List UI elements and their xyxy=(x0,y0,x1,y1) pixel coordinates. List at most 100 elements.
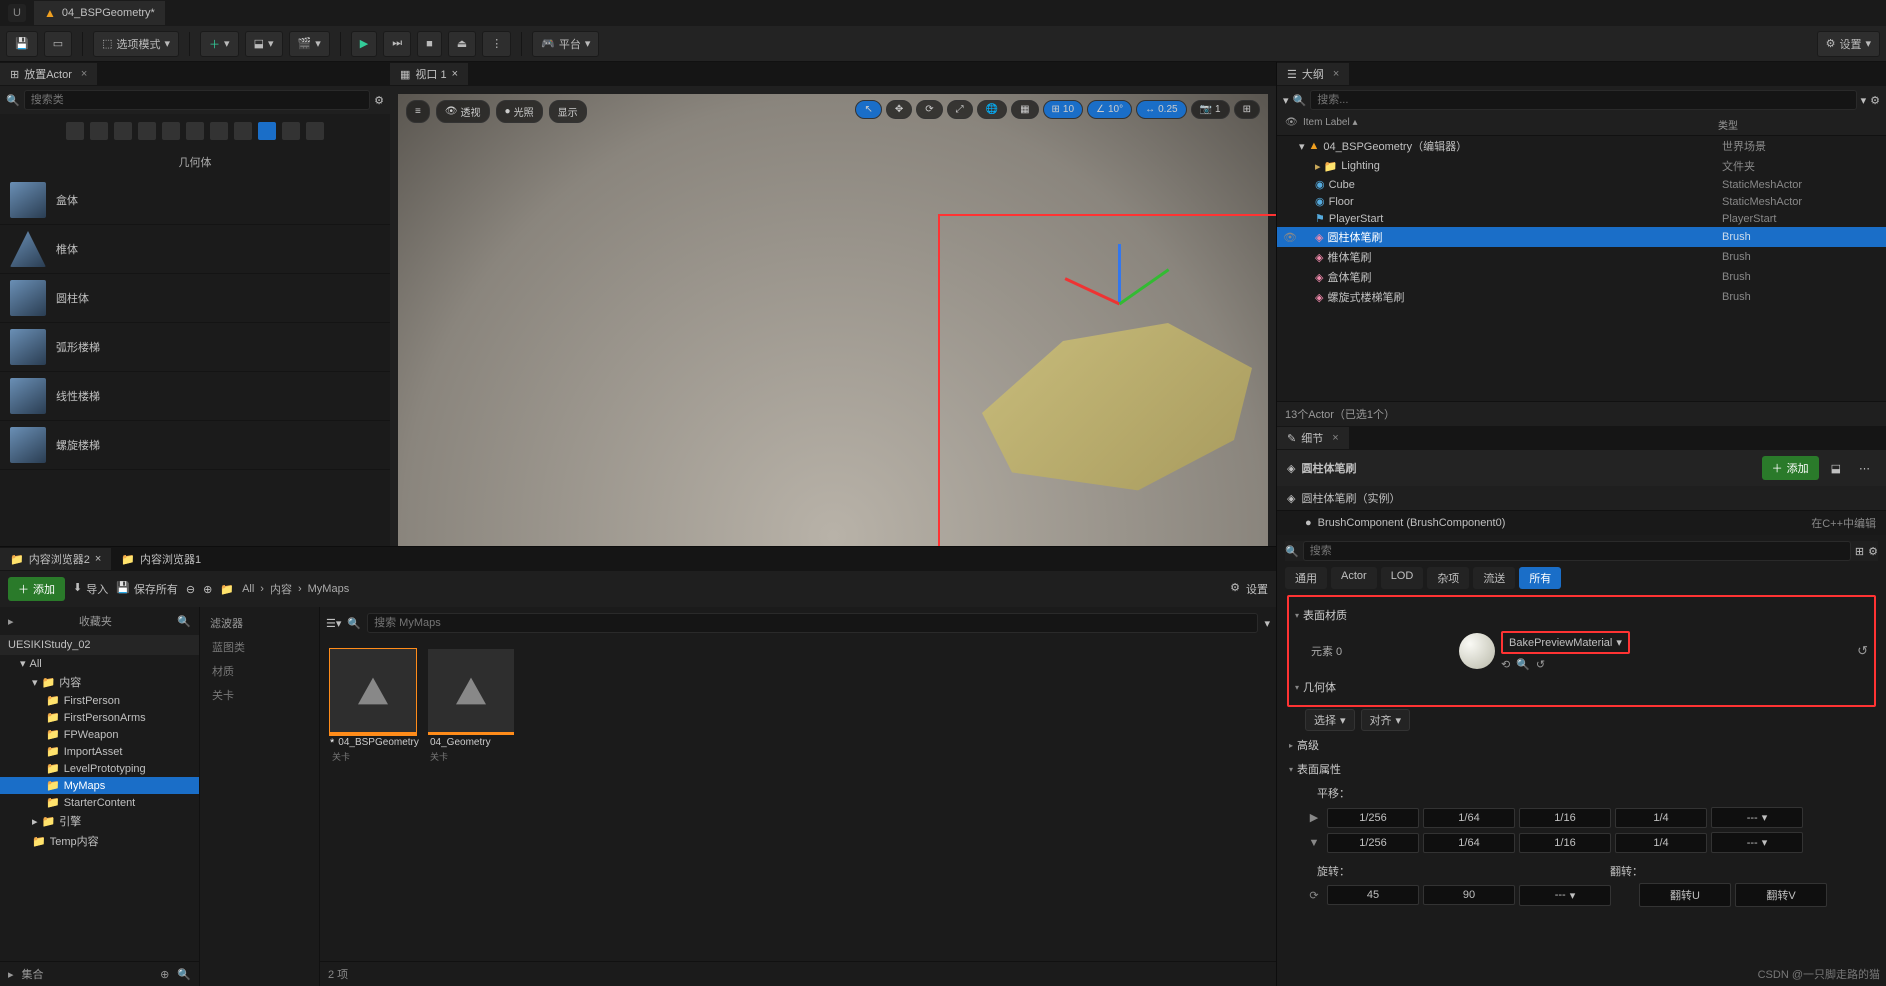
cinematic-icon[interactable] xyxy=(162,122,180,140)
world-local-toggle[interactable]: 🌐 xyxy=(977,100,1007,119)
maximize-viewport[interactable]: ⊞ xyxy=(1234,100,1260,119)
cinematics-dropdown[interactable]: 🎬▾ xyxy=(289,31,330,57)
tree-all[interactable]: ▾All xyxy=(0,655,199,672)
filter-blueprint[interactable]: 蓝图类 xyxy=(204,635,315,659)
show-dropdown[interactable]: 显示 xyxy=(549,100,587,123)
perspective-dropdown[interactable]: 👁 透视 xyxy=(436,100,490,123)
translate-val[interactable]: 1/16 xyxy=(1519,808,1611,828)
chevron-down-icon[interactable]: ▾ xyxy=(1264,617,1270,630)
outliner-world-root[interactable]: ▾▲04_BSPGeometry（编辑器） 世界场景 xyxy=(1277,136,1886,156)
outliner-row-spiral-brush[interactable]: ◈螺旋式楼梯笔刷Brush xyxy=(1277,287,1886,307)
dtab-misc[interactable]: 杂项 xyxy=(1427,567,1469,589)
browse-button[interactable]: ▭ xyxy=(44,31,72,57)
nav-back[interactable]: ⊖ xyxy=(186,583,195,596)
browse-icon[interactable]: 🔍 xyxy=(1516,658,1530,671)
flip-v-button[interactable]: 翻转V xyxy=(1735,883,1827,907)
skip-button[interactable]: ⏭ xyxy=(383,31,411,57)
outliner-tab[interactable]: ☰ 大纲 × xyxy=(1277,63,1349,85)
add-component-button[interactable]: ＋添加 xyxy=(1762,456,1819,480)
outliner-row-floor[interactable]: ◉FloorStaticMeshActor xyxy=(1277,193,1886,210)
settings-label[interactable]: 设置 xyxy=(1246,581,1268,597)
rotate-custom[interactable]: ---▾ xyxy=(1519,885,1611,906)
select-tool[interactable]: ↖ xyxy=(855,100,881,119)
category-surface-material[interactable]: ▾表面材质 xyxy=(1293,603,1870,627)
options-button[interactable]: ⋯ xyxy=(1853,459,1876,478)
tree-importasset[interactable]: 📁ImportAsset xyxy=(0,743,199,760)
tree-firstperson[interactable]: 📁FirstPerson xyxy=(0,692,199,709)
translate-val[interactable]: 1/64 xyxy=(1423,833,1515,853)
tree-engine[interactable]: ▸📁引擎 xyxy=(0,811,199,831)
marketplace-dropdown[interactable]: ⬓▾ xyxy=(245,31,283,57)
settings-icon[interactable]: ⚙ xyxy=(1870,94,1880,107)
add-collection-icon[interactable]: ⊕ xyxy=(160,968,169,981)
filter-material[interactable]: 材质 xyxy=(204,659,315,683)
editor-mode-dropdown[interactable]: ⬚ 选项模式 ▾ xyxy=(93,31,179,57)
details-search[interactable] xyxy=(1303,541,1851,561)
basic-icon[interactable] xyxy=(90,122,108,140)
stop-button[interactable]: ■ xyxy=(417,31,442,57)
material-dropdown[interactable]: BakePreviewMaterial ▾ xyxy=(1501,631,1630,654)
media-icon[interactable] xyxy=(186,122,204,140)
save-all-button[interactable]: 💾保存所有 xyxy=(116,581,178,597)
cb-tab-1[interactable]: 📁内容浏览器1 xyxy=(111,548,211,570)
settings-dropdown[interactable]: ⚙ 设置▾ xyxy=(1817,31,1880,57)
translate-custom[interactable]: ---▾ xyxy=(1711,807,1803,828)
component-row[interactable]: ● BrushComponent (BrushComponent0) 在C++中… xyxy=(1277,511,1886,535)
crumb[interactable]: All xyxy=(242,583,254,595)
eject-button[interactable]: ⏏ xyxy=(448,31,476,57)
translate-val[interactable]: 1/4 xyxy=(1615,833,1707,853)
geometry-icon[interactable] xyxy=(258,122,276,140)
outliner-row-cone-brush[interactable]: ◈椎体笔刷Brush xyxy=(1277,247,1886,267)
reset-to-default[interactable]: ↺ xyxy=(1857,643,1868,659)
tree-content[interactable]: ▾📁内容 xyxy=(0,672,199,692)
tree-startercontent[interactable]: 📁StarterContent xyxy=(0,794,199,811)
search-icon[interactable]: 🔍 xyxy=(177,615,191,628)
scale-snap[interactable]: ↔ 0.25 xyxy=(1136,100,1186,119)
play-options-dropdown[interactable]: ⋮ xyxy=(482,31,511,57)
close-icon[interactable]: × xyxy=(1332,432,1338,444)
tree-levelprototyping[interactable]: 📁LevelPrototyping xyxy=(0,760,199,777)
translate-val[interactable]: 1/256 xyxy=(1327,833,1419,853)
tree-firstpersonarms[interactable]: 📁FirstPersonArms xyxy=(0,709,199,726)
reset-icon[interactable]: ↺ xyxy=(1536,658,1545,671)
material-swatch[interactable] xyxy=(1459,633,1495,669)
viewport-menu[interactable]: ≡ xyxy=(406,100,430,123)
play-button[interactable]: ▶ xyxy=(351,31,377,57)
details-tab[interactable]: ✎ 细节 × xyxy=(1277,427,1349,449)
folder-icon[interactable]: 📁 xyxy=(220,583,234,596)
extras1-icon[interactable] xyxy=(282,122,300,140)
filter-level[interactable]: 关卡 xyxy=(204,683,315,707)
angle-snap[interactable]: ∠ 10° xyxy=(1087,100,1132,119)
translate-minus[interactable]: ▼ xyxy=(1305,837,1323,849)
nav-fwd[interactable]: ⊕ xyxy=(203,583,212,596)
translate-tool[interactable]: ✥ xyxy=(886,100,912,119)
tree-fpweapon[interactable]: 📁FPWeapon xyxy=(0,726,199,743)
add-content-dropdown[interactable]: ＋▾ xyxy=(200,31,239,57)
asset-04-bspgeometry[interactable]: *04_BSPGeometry 关卡 xyxy=(330,649,416,765)
chevron-down-icon[interactable]: ▾ xyxy=(1861,94,1867,107)
import-button[interactable]: ⬇导入 xyxy=(73,581,108,597)
crumb[interactable]: 内容 xyxy=(270,581,292,597)
outliner-row-box-brush[interactable]: ◈盒体笔刷Brush xyxy=(1277,267,1886,287)
platforms-dropdown[interactable]: 🎮 平台▾ xyxy=(532,31,599,57)
recent-icon[interactable] xyxy=(66,122,84,140)
project-tab[interactable]: ▲ 04_BSPGeometry* xyxy=(34,1,165,25)
dtab-actor[interactable]: Actor xyxy=(1331,567,1377,589)
flip-u-button[interactable]: 翻转U xyxy=(1639,883,1731,907)
translate-val[interactable]: 1/256 xyxy=(1327,808,1419,828)
rotate-val[interactable]: 90 xyxy=(1423,885,1515,905)
use-selected-icon[interactable]: ⟲ xyxy=(1501,658,1510,671)
select-dropdown[interactable]: 选择▾ xyxy=(1305,709,1355,731)
geometry-cone[interactable]: 椎体 xyxy=(0,225,390,274)
instance-row[interactable]: ◈ 圆柱体笔刷（实例） xyxy=(1277,486,1886,511)
visibility-toggle[interactable]: 👁 xyxy=(1281,231,1299,244)
gear-icon[interactable]: ⚙ xyxy=(1230,581,1240,597)
allclasses-icon[interactable] xyxy=(234,122,252,140)
category-advanced[interactable]: ▸高级 xyxy=(1287,733,1876,757)
outliner-search[interactable] xyxy=(1310,90,1856,110)
translate-custom[interactable]: ---▾ xyxy=(1711,832,1803,853)
translate-val[interactable]: 1/16 xyxy=(1519,833,1611,853)
visual-icon[interactable] xyxy=(138,122,156,140)
geometry-spiralstair[interactable]: 螺旋楼梯 xyxy=(0,421,390,470)
eye-icon[interactable]: 👁 xyxy=(1285,117,1303,132)
